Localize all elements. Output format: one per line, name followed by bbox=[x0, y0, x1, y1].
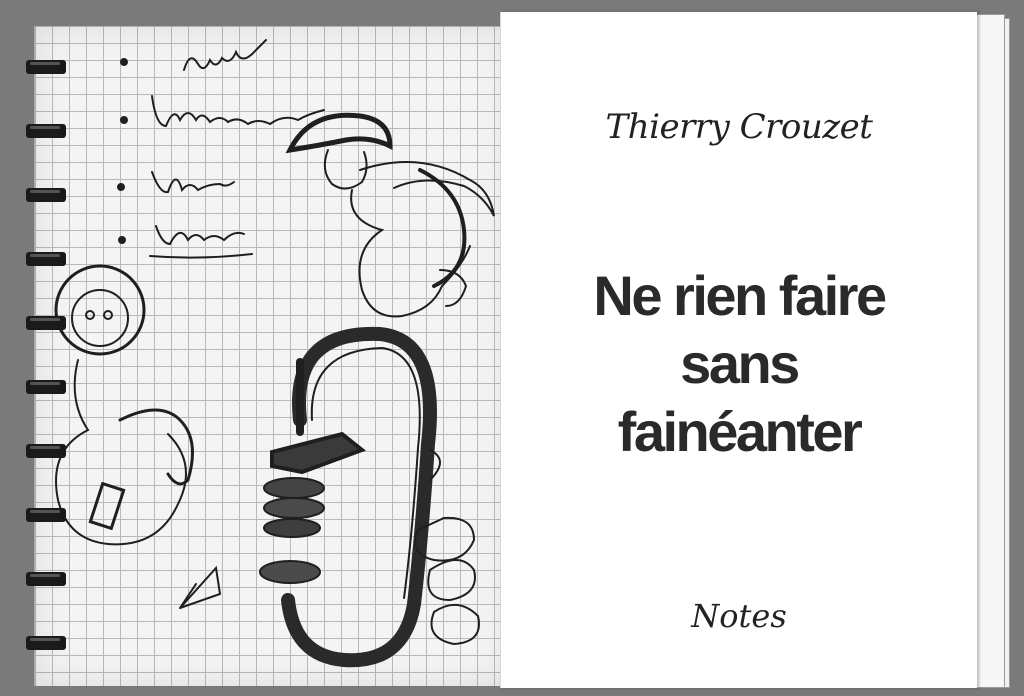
clamp-loop-inner bbox=[310, 346, 421, 599]
binding-ring bbox=[26, 60, 66, 74]
cover-title-line: fainéanter bbox=[617, 400, 863, 463]
round-face bbox=[71, 289, 129, 347]
figure-hair bbox=[285, 112, 393, 154]
cover-title-line: Ne rien faire bbox=[593, 264, 887, 327]
binding-ring bbox=[26, 316, 66, 330]
round-head bbox=[54, 264, 146, 356]
round-arm bbox=[118, 408, 194, 486]
eye bbox=[85, 310, 95, 320]
bullet-dot bbox=[117, 183, 125, 191]
eye bbox=[103, 310, 113, 320]
cover-author: Thierry Crouzet bbox=[605, 107, 873, 147]
clamp-bar bbox=[270, 431, 367, 475]
cover-title-line: sans bbox=[680, 332, 800, 395]
book-cover-page: Thierry Crouzet Ne rien faire sans fainé… bbox=[500, 12, 977, 688]
bullet-dot bbox=[120, 58, 128, 66]
handwriting-scribble bbox=[183, 39, 267, 71]
binding-ring bbox=[26, 188, 66, 202]
cover-subtitle: Notes bbox=[691, 597, 787, 635]
handwriting-scribble bbox=[151, 95, 325, 128]
figure-body bbox=[350, 189, 471, 318]
arrow-doodle bbox=[179, 565, 222, 609]
binding-ring bbox=[26, 252, 66, 266]
disc bbox=[259, 560, 321, 584]
binding-ring bbox=[26, 444, 66, 458]
disc bbox=[263, 477, 325, 499]
binding-ring bbox=[26, 124, 66, 138]
round-body bbox=[55, 359, 187, 546]
binding-ring bbox=[26, 572, 66, 586]
binding-ring bbox=[26, 636, 66, 650]
handwriting-scribble bbox=[155, 225, 245, 246]
handwriting-underline bbox=[149, 253, 253, 259]
figure-scarf bbox=[359, 161, 495, 217]
notebook-photo: Thierry Crouzet Ne rien faire sans fainé… bbox=[0, 0, 1024, 696]
binding-ring bbox=[26, 508, 66, 522]
bullet-dot bbox=[118, 236, 126, 244]
binding-ring bbox=[26, 380, 66, 394]
disc bbox=[263, 497, 325, 519]
cover-title: Ne rien faire sans fainéanter bbox=[521, 262, 957, 466]
disc bbox=[263, 518, 321, 538]
handwriting-scribble bbox=[151, 171, 235, 194]
held-box bbox=[88, 481, 126, 531]
bullet-dot bbox=[120, 116, 128, 124]
